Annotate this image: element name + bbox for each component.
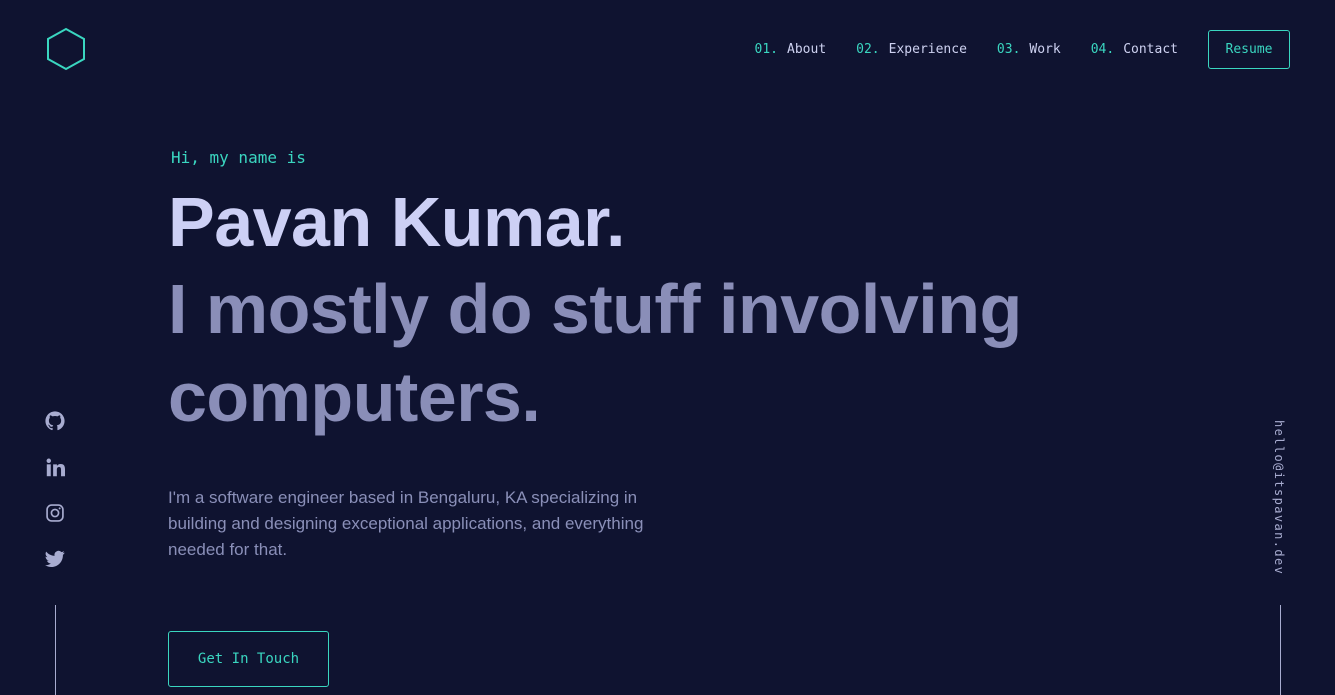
instagram-link[interactable] xyxy=(44,502,66,524)
email-link[interactable]: hello@itspavan.dev xyxy=(1272,420,1286,575)
linkedin-icon xyxy=(46,458,65,476)
github-icon xyxy=(45,411,65,431)
right-vertical-line xyxy=(1280,605,1281,695)
nav-item-about[interactable]: 01. About xyxy=(755,42,827,57)
nav-item-number: 03. xyxy=(996,42,1021,57)
nav-item-contact[interactable]: 04. Contact xyxy=(1091,42,1178,57)
twitter-link[interactable] xyxy=(44,548,66,570)
hero-tagline: I mostly do stuff involving computers. xyxy=(168,270,1022,436)
nav-item-label: Work xyxy=(1029,42,1061,57)
nav-item-label: Experience xyxy=(888,42,967,57)
nav-item-number: 04. xyxy=(1090,42,1115,57)
resume-button[interactable]: Resume xyxy=(1208,30,1290,69)
nav-item-work[interactable]: 03. Work xyxy=(997,42,1061,57)
top-nav: 01. About 02. Experience 03. Work 04. Co… xyxy=(755,30,1290,69)
twitter-icon xyxy=(45,550,65,567)
nav-item-number: 01. xyxy=(754,42,779,57)
hero-name: Pavan Kumar. xyxy=(168,183,626,261)
hexagon-logo-icon xyxy=(47,27,85,71)
nav-item-label: About xyxy=(787,42,827,57)
get-in-touch-button[interactable]: Get In Touch xyxy=(168,631,329,687)
hero-bio: I'm a software engineer based in Bengalu… xyxy=(168,488,644,559)
logo[interactable] xyxy=(45,27,87,71)
instagram-icon xyxy=(46,504,64,522)
nav-item-label: Contact xyxy=(1123,42,1178,57)
nav-item-number: 02. xyxy=(856,42,880,57)
linkedin-link[interactable] xyxy=(44,456,66,478)
social-links xyxy=(44,410,66,594)
github-link[interactable] xyxy=(44,410,66,432)
left-vertical-line xyxy=(55,605,56,695)
nav-item-experience[interactable]: 02. Experience xyxy=(856,42,967,57)
greeting-text: Hi, my name is xyxy=(171,148,306,167)
